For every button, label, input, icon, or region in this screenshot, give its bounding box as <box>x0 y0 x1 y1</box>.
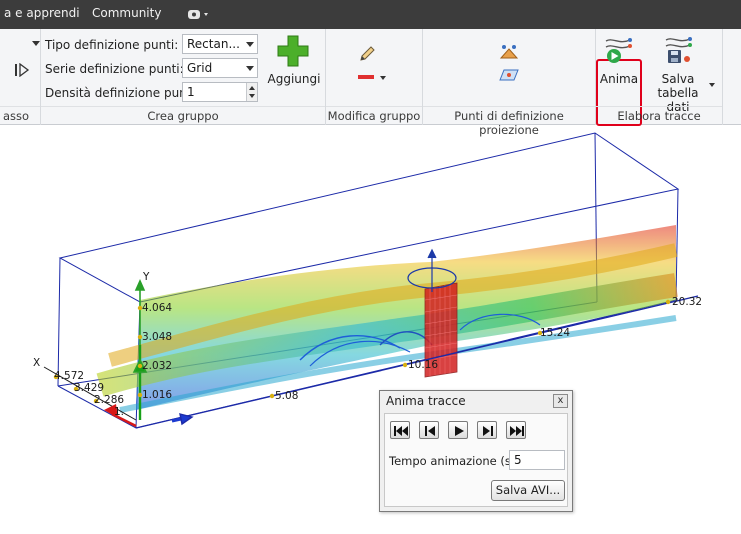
y-tick-label: 1.016 <box>142 389 172 401</box>
tipo-definizione-select[interactable]: Rectan... <box>182 34 258 54</box>
x-tick-label: 4.572 <box>54 370 84 382</box>
group-label-modifica-gruppo: Modifica gruppo <box>326 106 422 124</box>
densita-definizione-label: Densità definizione punti: <box>45 86 199 100</box>
play-icon <box>455 426 464 436</box>
serie-definizione-value: Grid <box>187 61 213 75</box>
chevron-down-icon <box>246 42 254 47</box>
group-separator <box>722 29 723 125</box>
y-axis-label: Y <box>142 271 150 283</box>
rotate-gizmo[interactable] <box>407 248 457 292</box>
tipo-definizione-label: Tipo definizione punti: <box>45 38 179 52</box>
close-button[interactable]: x <box>553 394 568 408</box>
chevron-down-icon[interactable] <box>708 82 716 88</box>
z-tick-label: 10.16 <box>408 359 438 371</box>
y-tick-label: 3.048 <box>142 331 172 343</box>
step-forward-icon[interactable] <box>14 63 30 77</box>
tempo-animazione-input[interactable]: 5 <box>509 450 565 470</box>
step-forward-icon <box>483 426 493 436</box>
fast-forward-icon <box>510 426 524 436</box>
menu-bar: a e apprendi Community <box>0 0 741 29</box>
dialog-title[interactable]: Anima tracce <box>380 391 572 411</box>
z-tick-label: 5.08 <box>275 390 298 402</box>
group-label-crea-gruppo: Crea gruppo <box>41 106 325 124</box>
densita-definizione-spinner[interactable]: 1 <box>182 82 258 102</box>
fast-forward-button[interactable] <box>506 421 526 439</box>
chevron-down-icon <box>246 66 254 71</box>
add-plus-icon[interactable] <box>276 34 310 68</box>
y-tick-label: 4.064 <box>142 302 172 314</box>
group-label-elabora-tracce: Elabora tracce <box>596 106 722 124</box>
anima-tracce-dialog: Anima tracce x Tempo animazione (sec) 5 … <box>379 390 573 512</box>
cloud-menu-icon[interactable] <box>186 8 212 22</box>
densita-definizione-value: 1 <box>187 85 195 99</box>
flow-traces <box>96 225 678 413</box>
y-tick-label: 2.032 <box>142 360 172 372</box>
edit-pencil-icon[interactable] <box>358 45 376 63</box>
aggiungi-button[interactable]: Aggiungi <box>266 72 322 86</box>
anima-button[interactable]: Anima <box>598 72 640 86</box>
salva-avi-button[interactable]: Salva AVI... <box>491 480 565 501</box>
save-table-icon[interactable] <box>662 35 694 65</box>
projection-plane-icon[interactable] <box>498 67 520 83</box>
x-tick-label: 2.286 <box>94 394 124 406</box>
line-color-dropdown-icon[interactable] <box>356 71 388 83</box>
play-button[interactable] <box>448 421 468 439</box>
ribbon: asso Tipo definizione punti: Rectan... S… <box>0 29 741 137</box>
spinner-arrows-icon[interactable] <box>246 83 257 101</box>
z-tick-label: 15.24 <box>540 327 570 339</box>
step-back-button[interactable] <box>419 421 439 439</box>
x-tick-label: 1. <box>114 406 124 418</box>
tempo-animazione-label: Tempo animazione (sec) <box>389 454 529 468</box>
rewind-icon <box>394 426 408 436</box>
serie-definizione-select[interactable]: Grid <box>182 58 258 78</box>
step-forward-button[interactable] <box>477 421 497 439</box>
serie-definizione-label: Serie definizione punti: <box>45 62 184 76</box>
dialog-body: Tempo animazione (sec) 5 Salva AVI... <box>384 413 568 507</box>
menu-item-learn[interactable]: a e apprendi <box>4 6 80 20</box>
step-back-icon <box>425 426 435 436</box>
x-tick-label: 3.429 <box>74 382 104 394</box>
cfd-viewport[interactable]: Y X 4.064 3.048 2.032 1.016 4.572 3.429 … <box>0 125 741 534</box>
salva-label-line1: Salva <box>661 72 695 86</box>
rewind-button[interactable] <box>390 421 410 439</box>
projection-points-icon[interactable] <box>498 44 520 62</box>
z-tick-label: 20.32 <box>672 296 702 308</box>
tipo-definizione-value: Rectan... <box>187 37 240 51</box>
menu-item-community[interactable]: Community <box>92 6 161 20</box>
group-label-partial: asso <box>0 106 40 124</box>
group-label-punti-proiezione: Punti di definizione proiezione <box>423 106 595 137</box>
animate-traces-icon[interactable] <box>603 35 633 65</box>
x-axis-label: X <box>33 357 40 369</box>
